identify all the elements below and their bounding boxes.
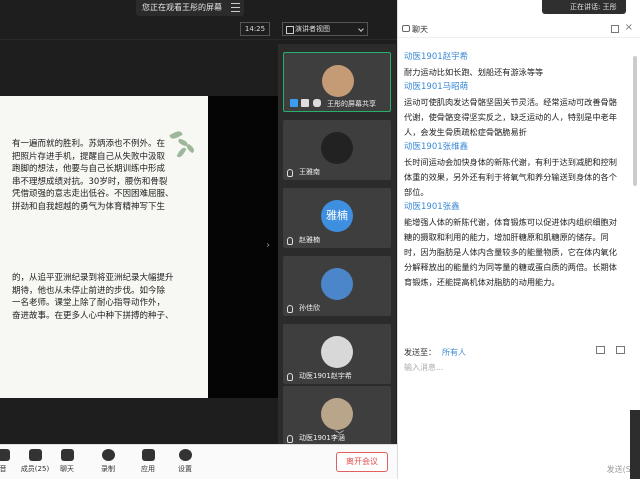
- viewing-banner: 您正在观看王彤的屏幕: [136, 0, 244, 16]
- chat-title: 聊天: [412, 25, 428, 34]
- message-body: 长时间运动会加快身体的新陈代谢，有利于达到减肥和控制体重的效果，另外还有利于将氧…: [404, 157, 617, 197]
- message-body: 运动可使肌肉发达骨骼坚固关节灵活。经常运动可改善骨骼代谢，使骨骼变得坚实反之，缺…: [404, 97, 617, 137]
- record-button[interactable]: 录制: [91, 449, 125, 474]
- message: 动医1901赵宇希 耐力运动比如长跑、划船还有游泳等等: [404, 50, 619, 80]
- message-sender: 动医1901赵宇希: [404, 52, 469, 62]
- chat-panel: 聊天 × 动医1901赵宇希 耐力运动比如长跑、划船还有游泳等等 动医1901马…: [397, 0, 640, 479]
- speaking-indicator: 正在讲话: 王彤: [542, 0, 626, 14]
- message: 动医1901张鑫 能增强人体的新陈代谢，体育锻炼可以促进体内组织细胞对糖的摄取和…: [404, 200, 619, 290]
- chat-button[interactable]: 聊天: [50, 449, 84, 474]
- meeting-timer: 14:25: [240, 22, 270, 36]
- audio-button[interactable]: 音: [0, 449, 20, 474]
- mic-icon: [287, 169, 293, 177]
- tile-name: 孙佳欣: [299, 304, 320, 312]
- message-sender: 动医1901张维鑫: [404, 142, 469, 152]
- video-tile[interactable]: 雅楠 赵雅楠: [283, 188, 391, 248]
- tile-name: 王彤的屏幕共享: [327, 100, 376, 108]
- desktop-edge: [630, 410, 640, 479]
- screen-share-bar: 王彤的屏幕共享: [287, 98, 387, 109]
- avatar: [321, 132, 353, 164]
- mic-icon: [287, 237, 293, 245]
- avatar: [321, 336, 353, 368]
- chat-tools: [594, 346, 634, 356]
- menu-icon[interactable]: [231, 3, 240, 12]
- message-body: 耐力运动比如长跑、划船还有游泳等等: [404, 67, 544, 77]
- mic-icon: [287, 305, 293, 313]
- chat-scrollbar[interactable]: [633, 56, 637, 186]
- view-mode-button[interactable]: 演讲者视图: [282, 22, 368, 36]
- message: 动医1901张维鑫 长时间运动会加快身体的新陈代谢，有利于达到减肥和控制体重的效…: [404, 140, 619, 200]
- share-icon: [290, 99, 298, 107]
- meeting-window: 14:25 演讲者视图 有一遍而就的胜利。苏炳添也不例外。在 把照片存进手机，提…: [0, 0, 640, 479]
- user-icon: [301, 99, 309, 107]
- send-to-label: 发送至：: [404, 348, 436, 357]
- members-button[interactable]: 成员(25): [18, 449, 52, 474]
- main-stage: 14:25 演讲者视图 有一遍而就的胜利。苏炳添也不例外。在 把照片存进手机，提…: [0, 0, 397, 479]
- scroll-down-icon[interactable]: ﹀: [335, 428, 344, 441]
- message-sender: 动医1901马昭萌: [404, 82, 469, 92]
- close-icon[interactable]: ×: [625, 22, 633, 33]
- settings-label: 设置: [178, 465, 192, 473]
- chat-header: 聊天 ×: [398, 22, 640, 38]
- video-tile-screen-share[interactable]: 王彤的屏幕共享: [283, 52, 391, 112]
- avatar: [321, 398, 353, 430]
- message: 动医1901马昭萌 运动可使肌肉发达骨骼坚固关节灵活。经常运动可改善骨骼代谢，使…: [404, 80, 619, 140]
- chat-input[interactable]: 输入消息...: [404, 362, 629, 452]
- video-tile[interactable]: 王雅南: [283, 120, 391, 180]
- record-icon: [101, 449, 115, 461]
- folder-icon[interactable]: [596, 346, 605, 354]
- avatar: 雅楠: [321, 200, 353, 232]
- popout-icon[interactable]: [611, 25, 619, 33]
- collapse-panel-arrow-icon[interactable]: ›: [266, 240, 270, 251]
- apps-label: 应用: [141, 465, 155, 473]
- gear-icon: [178, 449, 192, 461]
- send-to-select[interactable]: 所有人: [442, 348, 466, 357]
- screenshot-icon[interactable]: [616, 346, 625, 354]
- avatar: [322, 65, 354, 97]
- mic-icon: [287, 373, 293, 381]
- send-to-row: 发送至： 所有人: [404, 347, 466, 358]
- avatar: [321, 268, 353, 300]
- tile-name: 赵雅楠: [299, 236, 320, 244]
- chat-label: 聊天: [60, 465, 74, 473]
- members-icon: [28, 449, 42, 461]
- chat-icon: [60, 449, 74, 461]
- tile-name: 王雅南: [299, 168, 320, 176]
- record-label: 录制: [101, 465, 115, 473]
- viewing-text: 您正在观看王彤的屏幕: [142, 3, 222, 12]
- settings-button[interactable]: 设置: [168, 449, 202, 474]
- chat-bubble-icon: [402, 25, 410, 32]
- tile-name: 动医1901赵宇希: [299, 372, 352, 380]
- mic-icon: [287, 435, 293, 443]
- audio-label: 音: [0, 465, 7, 473]
- shared-slide: 有一遍而就的胜利。苏炳添也不例外。在 把照片存进手机，提醒自己从失败中汲取 跑脚…: [0, 96, 208, 398]
- message-body: 能增强人体的新陈代谢，体育锻炼可以促进体内组织细胞对糖的摄取和利用的能力，增加肝…: [404, 217, 617, 287]
- leave-meeting-button[interactable]: 离开会议: [336, 452, 388, 472]
- video-tile[interactable]: 动医1901赵宇希: [283, 324, 391, 384]
- video-column: 王彤的屏幕共享 王雅南 雅楠 赵雅楠 孙佳欣 动医1901赵宇希 动医1901李…: [278, 44, 396, 446]
- mic-icon: [313, 99, 321, 107]
- members-label: 成员(25): [20, 465, 50, 473]
- audio-icon: [0, 449, 10, 461]
- slide-paragraph-1: 有一遍而就的胜利。苏炳添也不例外。在 把照片存进手机，提醒自己从失败中汲取 跑脚…: [12, 139, 174, 212]
- apps-button[interactable]: 应用: [131, 449, 165, 474]
- slide-paragraph-2: 的，从追平亚洲纪录到将亚洲纪录大幅提升 期待，他也从未停止前进的步伐。如今除 一…: [12, 273, 174, 321]
- apps-icon: [141, 449, 155, 461]
- video-tile[interactable]: 孙佳欣: [283, 256, 391, 316]
- message-list: 动医1901赵宇希 耐力运动比如长跑、划船还有游泳等等 动医1901马昭萌 运动…: [404, 50, 619, 290]
- message-sender: 动医1901张鑫: [404, 202, 460, 212]
